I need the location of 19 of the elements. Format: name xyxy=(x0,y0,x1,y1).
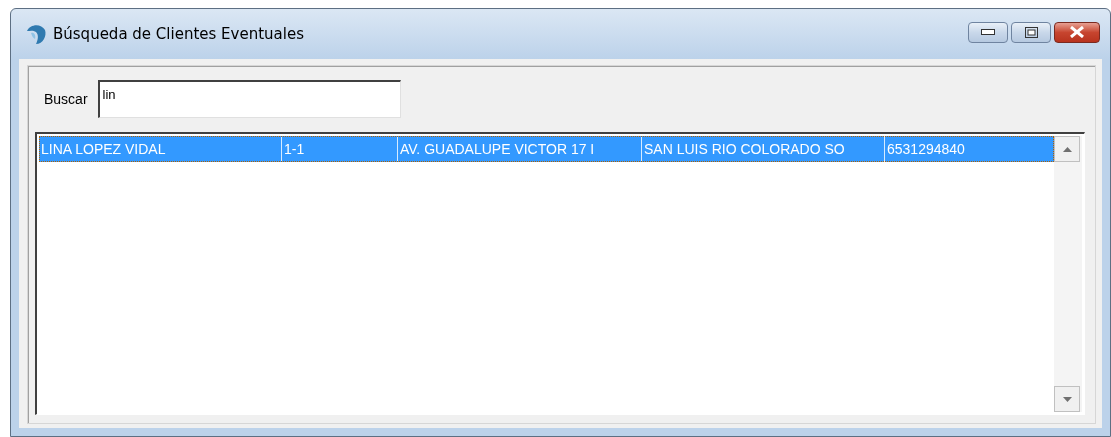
minimize-icon xyxy=(981,29,995,35)
down-arrow-icon xyxy=(1062,396,1072,402)
app-logo-icon xyxy=(25,23,47,45)
table-cell: 1-1 xyxy=(281,136,397,162)
window-title: Búsqueda de Clientes Eventuales xyxy=(53,25,305,43)
up-arrow-icon xyxy=(1062,146,1072,152)
search-field[interactable]: lin xyxy=(97,80,401,118)
table-cell-text: LINA LOPEZ VIDAL xyxy=(40,140,167,159)
table-cell: SAN LUIS RIO COLORADO SO xyxy=(641,136,884,162)
scrollbar[interactable] xyxy=(1054,136,1082,412)
search-label: Buscar xyxy=(44,91,88,107)
table-cell: AV. GUADALUPE VICTOR 17 I xyxy=(397,136,641,162)
maximize-button[interactable] xyxy=(1011,21,1051,43)
close-button[interactable] xyxy=(1054,21,1100,43)
close-icon xyxy=(1069,26,1085,38)
maximize-icon xyxy=(1024,26,1038,38)
minimize-button[interactable] xyxy=(968,21,1008,43)
scroll-up-button[interactable] xyxy=(1054,136,1080,162)
scroll-down-button[interactable] xyxy=(1054,386,1080,412)
